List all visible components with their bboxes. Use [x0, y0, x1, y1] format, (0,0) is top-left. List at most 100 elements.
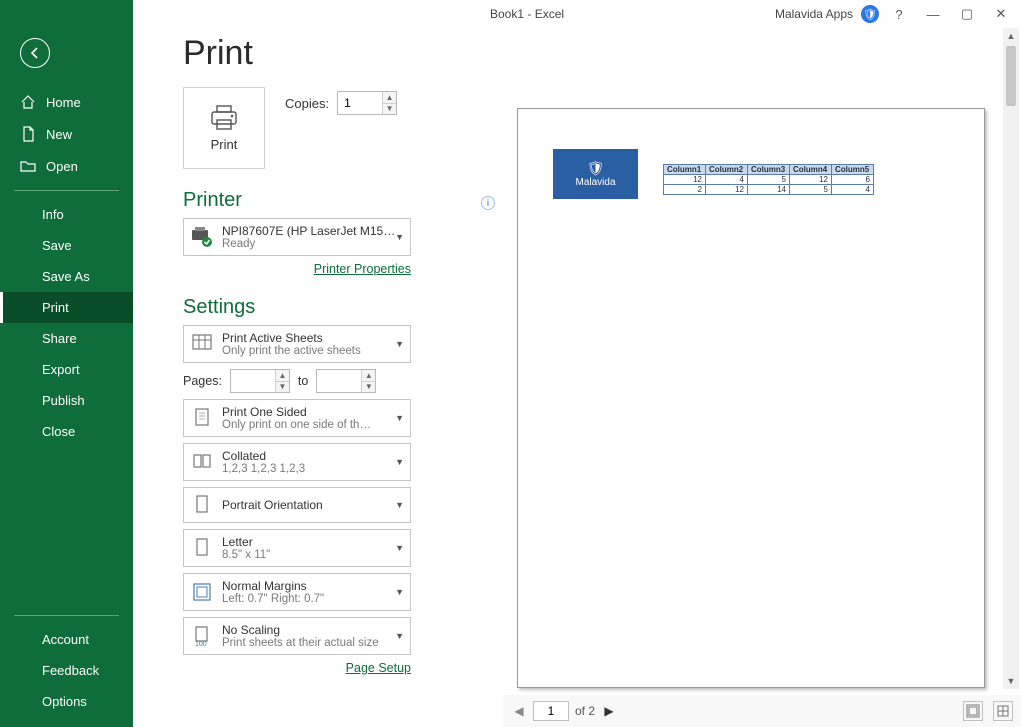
zoom-to-page-button[interactable]	[993, 701, 1013, 721]
pages-to-spinner[interactable]: ▲▼	[316, 369, 376, 393]
setting-title: No Scaling	[222, 623, 404, 637]
sidebar-publish[interactable]: Publish	[0, 385, 133, 416]
preview-logo-text: Malavida	[575, 177, 615, 188]
sidebar-print[interactable]: Print	[0, 292, 133, 323]
sidebar-account[interactable]: Account	[0, 624, 133, 655]
show-margins-button[interactable]	[963, 701, 983, 721]
setting-orientation[interactable]: Portrait Orientation ▼	[183, 487, 411, 523]
setting-sides[interactable]: Print One SidedOnly print on one side of…	[183, 399, 411, 437]
setting-collate[interactable]: Collated1,2,3 1,2,3 1,2,3 ▼	[183, 443, 411, 481]
setting-title: Collated	[222, 449, 404, 463]
sidebar-info[interactable]: Info	[0, 199, 133, 230]
print-button[interactable]: Print	[183, 87, 265, 169]
sidebar-item-label: Save	[42, 238, 72, 253]
preview-logo: 🛡 Malavida	[553, 149, 638, 199]
open-icon	[20, 158, 36, 174]
setting-scaling[interactable]: 100 No ScalingPrint sheets at their actu…	[183, 617, 411, 655]
sidebar-item-label: Feedback	[42, 663, 99, 678]
table-row: 1245126	[664, 175, 874, 185]
setting-desc: 8.5" x 11"	[222, 549, 404, 561]
sidebar-share[interactable]: Share	[0, 323, 133, 354]
table-header: Column4	[790, 165, 832, 175]
printer-heading: Printer	[183, 189, 503, 212]
print-preview: 🛡 Malavida Column1 Column2 Column3 Colum…	[503, 28, 1021, 727]
printer-select[interactable]: NPI87607E (HP LaserJet M15… Ready ▼	[183, 218, 411, 256]
copies-spinner[interactable]: ▲▼	[337, 91, 397, 115]
setting-desc: Print sheets at their actual size	[222, 637, 404, 649]
chevron-down-icon: ▼	[395, 543, 404, 553]
spinner-up-icon[interactable]: ▲	[361, 370, 375, 382]
sidebar-save[interactable]: Save	[0, 230, 133, 261]
page-total-label: of 2	[575, 704, 595, 718]
print-button-label: Print	[211, 137, 238, 152]
svg-text:100: 100	[195, 641, 207, 647]
chevron-down-icon: ▼	[395, 500, 404, 510]
sidebar-new[interactable]: New	[0, 118, 133, 150]
minimize-button[interactable]: —	[919, 4, 947, 24]
setting-desc: Only print the active sheets	[222, 345, 404, 357]
sidebar-options[interactable]: Options	[0, 686, 133, 717]
copies-input[interactable]	[338, 92, 382, 114]
table-header: Column1	[664, 165, 706, 175]
chevron-down-icon: ▼	[395, 631, 404, 641]
pages-to-label: to	[298, 374, 308, 388]
chevron-down-icon: ▼	[395, 587, 404, 597]
page-number-input[interactable]	[533, 701, 569, 721]
spinner-down-icon[interactable]: ▼	[361, 382, 375, 393]
prev-page-button[interactable]: ◀	[511, 704, 527, 718]
pages-to-input[interactable]	[317, 370, 361, 392]
sidebar-feedback[interactable]: Feedback	[0, 655, 133, 686]
setting-desc: 1,2,3 1,2,3 1,2,3	[222, 463, 404, 475]
page-setup-link[interactable]: Page Setup	[183, 661, 411, 675]
sidebar-item-label: Close	[42, 424, 75, 439]
document-title: Book1 - Excel	[490, 7, 564, 21]
pages-from-input[interactable]	[231, 370, 275, 392]
preview-scrollbar[interactable]: ▲ ▼	[1003, 28, 1019, 689]
spinner-up-icon[interactable]: ▲	[275, 370, 289, 382]
scroll-up-icon[interactable]: ▲	[1003, 28, 1019, 44]
spinner-down-icon[interactable]: ▼	[275, 382, 289, 393]
back-button[interactable]	[20, 38, 50, 68]
pages-from-spinner[interactable]: ▲▼	[230, 369, 290, 393]
sidebar-home[interactable]: Home	[0, 86, 133, 118]
app-badge-icon: 🛡	[861, 5, 879, 23]
shield-icon: 🛡	[587, 160, 605, 177]
sidebar-item-label: Publish	[42, 393, 85, 408]
setting-desc: Left: 0.7" Right: 0.7"	[222, 593, 404, 605]
sidebar-item-label: Home	[46, 95, 81, 110]
restore-button[interactable]: ▢	[953, 4, 981, 24]
sidebar-close[interactable]: Close	[0, 416, 133, 447]
copies-label: Copies:	[285, 96, 329, 111]
spinner-up-icon[interactable]: ▲	[382, 92, 396, 104]
sidebar-item-label: Options	[42, 694, 87, 709]
printer-info-icon[interactable]: i	[481, 196, 495, 210]
table-header: Column2	[706, 165, 748, 175]
one-sided-icon	[190, 406, 214, 430]
printer-name: NPI87607E (HP LaserJet M15…	[222, 224, 404, 238]
setting-paper-size[interactable]: Letter8.5" x 11" ▼	[183, 529, 411, 567]
table-header: Column5	[832, 165, 874, 175]
close-window-button[interactable]: ✕	[987, 4, 1015, 24]
sidebar-saveas[interactable]: Save As	[0, 261, 133, 292]
sidebar-open[interactable]: Open	[0, 150, 133, 182]
table-row: 2121454	[664, 185, 874, 195]
sidebar-export[interactable]: Export	[0, 354, 133, 385]
setting-desc: Only print on one side of th…	[222, 419, 404, 431]
next-page-button[interactable]: ▶	[601, 704, 617, 718]
setting-margins[interactable]: Normal MarginsLeft: 0.7" Right: 0.7" ▼	[183, 573, 411, 611]
title-bar: Book1 - Excel Malavida Apps 🛡 ? — ▢ ✕	[0, 0, 1021, 28]
setting-title: Letter	[222, 535, 404, 549]
printer-properties-link[interactable]: Printer Properties	[183, 262, 411, 276]
new-icon	[20, 126, 36, 142]
sidebar-item-label: Share	[42, 331, 77, 346]
scroll-down-icon[interactable]: ▼	[1003, 673, 1019, 689]
help-button[interactable]: ?	[885, 4, 913, 24]
settings-heading: Settings	[183, 296, 503, 319]
margins-icon	[190, 580, 214, 604]
sidebar-item-label: Account	[42, 632, 89, 647]
back-arrow-icon	[28, 46, 42, 60]
setting-print-what[interactable]: Print Active SheetsOnly print the active…	[183, 325, 411, 363]
scroll-thumb[interactable]	[1006, 46, 1016, 106]
setting-title: Portrait Orientation	[222, 498, 404, 512]
spinner-down-icon[interactable]: ▼	[382, 104, 396, 115]
